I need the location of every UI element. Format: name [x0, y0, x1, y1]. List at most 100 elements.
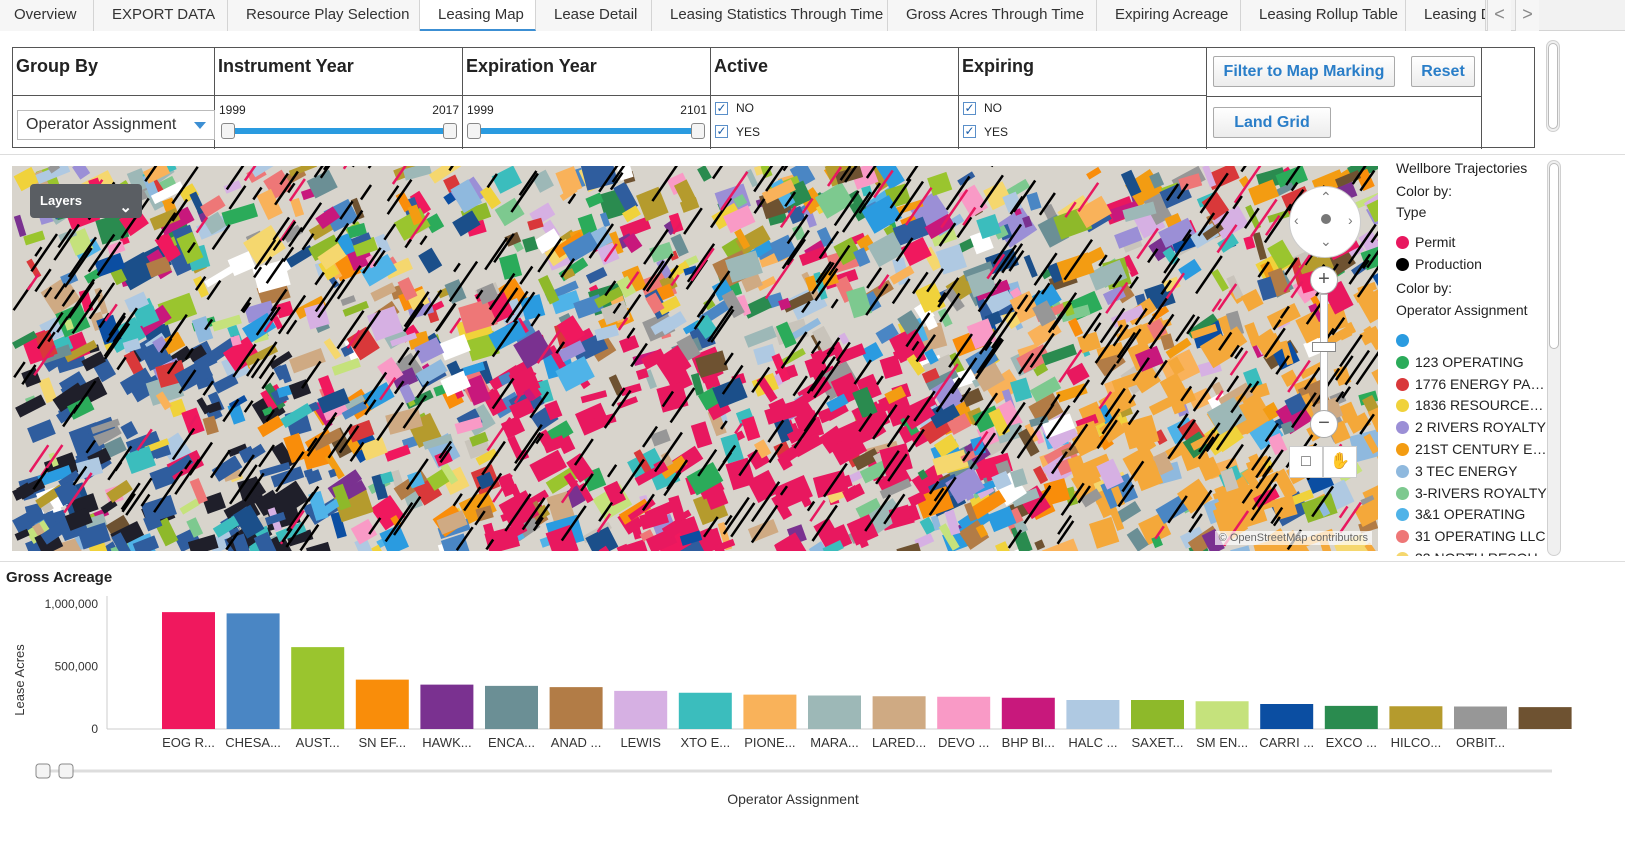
reset-button[interactable]: Reset [1411, 56, 1475, 87]
legend-swatch [1396, 443, 1409, 456]
legend-swatch [1396, 377, 1409, 391]
instrument-year-track[interactable] [227, 128, 455, 134]
bar-7[interactable] [614, 690, 668, 729]
zoom-in-button[interactable]: + [1310, 266, 1338, 294]
bar-12[interactable] [937, 696, 991, 729]
zoom-out-button[interactable]: − [1310, 410, 1338, 438]
legend-swatch [1396, 464, 1409, 478]
bar-13[interactable] [1001, 697, 1055, 729]
zoom-handle[interactable] [1312, 342, 1336, 352]
legend-operator-item[interactable] [1396, 330, 1552, 350]
legend-operator-item[interactable]: 1776 ENERGY PARTNERS [1396, 374, 1552, 394]
filter-panel-scroll-thumb[interactable] [1548, 43, 1558, 129]
expiration-year-min-handle[interactable] [467, 123, 481, 139]
legend-operator-item[interactable]: 3&1 OPERATING [1396, 504, 1552, 524]
chart-range-end-handle[interactable] [58, 763, 74, 779]
pan-up-icon[interactable]: ⌃ [1320, 189, 1332, 206]
bar-1[interactable] [226, 613, 280, 729]
zoom-track[interactable] [1320, 294, 1328, 422]
bar-10[interactable] [808, 695, 861, 730]
legend-operator-item[interactable]: 33 NORTH RESOURCES [1396, 548, 1552, 556]
x-axis-label: Operator Assignment [727, 791, 859, 807]
expiring-yes-checkbox[interactable]: ✓ [963, 125, 976, 138]
legend-operator-item[interactable]: 2 RIVERS ROYALTY [1396, 417, 1552, 437]
bar-3[interactable] [355, 679, 409, 729]
chart-range-start-handle[interactable] [35, 763, 51, 779]
legend-scrollbar[interactable] [1547, 160, 1561, 556]
bar-5[interactable] [485, 685, 538, 729]
bar-17[interactable] [1260, 704, 1314, 729]
filter-to-map-marking-button[interactable]: Filter to Map Marking [1213, 56, 1395, 87]
legend-operator-item[interactable]: 1836 RESOURCES, LLC [1396, 395, 1552, 415]
tab-leasing-d[interactable]: Leasing D [1406, 0, 1486, 31]
legend-label: 2 RIVERS ROYALTY [1415, 419, 1546, 436]
tab-overview[interactable]: Overview [0, 0, 94, 31]
filter-panel: Group By Operator Assignment Instrument … [12, 47, 1535, 149]
tab-leasing-statistics-through-time[interactable]: Leasing Statistics Through Time [652, 0, 888, 31]
lease-parcels [12, 166, 1378, 551]
tab-expiring-acreage[interactable]: Expiring Acreage [1097, 0, 1241, 31]
group-by-select[interactable]: Operator Assignment [17, 110, 215, 140]
bar-9[interactable] [743, 694, 797, 729]
active-yes-checkbox[interactable]: ✓ [715, 125, 728, 138]
pan-left-icon[interactable]: ‹ [1294, 212, 1299, 228]
expiring-no-checkbox[interactable]: ✓ [963, 102, 976, 115]
box-select-icon[interactable]: □ [1289, 446, 1323, 478]
bar-14[interactable] [1066, 700, 1120, 729]
tab-leasing-rollup-table[interactable]: Leasing Rollup Table [1241, 0, 1406, 31]
x-tick-label: DEVO ... [938, 735, 989, 750]
legend-operator-item[interactable]: 123 OPERATING [1396, 352, 1552, 372]
filter-panel-scrollbar[interactable] [1546, 40, 1560, 132]
bar-16[interactable] [1195, 701, 1249, 729]
active-no-checkbox[interactable]: ✓ [715, 102, 728, 115]
bar-15[interactable] [1131, 700, 1184, 729]
bar-0[interactable] [162, 612, 215, 729]
instrument-year-max-handle[interactable] [443, 123, 457, 139]
pan-down-icon[interactable]: ⌄ [1320, 233, 1332, 250]
bar-6[interactable] [549, 687, 603, 729]
expiration-year-max-handle[interactable] [691, 123, 705, 139]
expiration-year-max: 2101 [680, 103, 707, 117]
land-grid-button[interactable]: Land Grid [1213, 107, 1331, 138]
bar-4[interactable] [420, 684, 474, 729]
instrument-year-min-handle[interactable] [221, 123, 235, 139]
bar-20[interactable] [1454, 706, 1507, 730]
bar-11[interactable] [872, 696, 926, 729]
gross-acreage-chart[interactable]: 1,000,000 500,000 0 EOG R... CHESA... AUST...… [0, 590, 1625, 844]
tab-resource-play-selection[interactable]: Resource Play Selection [228, 0, 420, 31]
expiration-year-track[interactable] [475, 128, 703, 134]
legend-swatch [1396, 486, 1409, 500]
tab-lease-detail[interactable]: Lease Detail [536, 0, 652, 31]
expiration-year-header: Expiration Year [463, 48, 710, 96]
legend-type-production[interactable]: Production [1396, 254, 1552, 274]
legend-operator-item[interactable]: 3-RIVERS ROYALTY [1396, 483, 1552, 503]
group-by-header: Group By [13, 48, 214, 96]
layers-button[interactable]: Layers ⌄ [30, 184, 142, 218]
tab-bar: Overview EXPORT DATA Resource Play Selecti… [0, 0, 1625, 31]
legend-label: 1836 RESOURCES, LLC [1415, 397, 1552, 414]
group-by-column: Group By Operator Assignment [13, 48, 215, 149]
bar-18[interactable] [1324, 705, 1378, 729]
active-no-label: NO [736, 101, 754, 115]
bar-2[interactable] [291, 647, 345, 729]
legend-type-permit[interactable]: Permit [1396, 232, 1552, 252]
tab-export-data[interactable]: EXPORT DATA [94, 0, 228, 31]
bar-21[interactable] [1518, 707, 1572, 729]
pan-right-icon[interactable]: › [1348, 212, 1353, 228]
map-attribution[interactable]: © OpenStreetMap contributors [1214, 531, 1372, 545]
bar-19[interactable] [1389, 706, 1443, 729]
tab-scroll-prev-icon[interactable]: < [1487, 0, 1511, 31]
bar-8[interactable] [678, 692, 732, 729]
tab-leasing-map[interactable]: Leasing Map [420, 0, 536, 31]
pan-control[interactable]: ⌃ ⌄ ‹ › [1289, 186, 1361, 258]
legend-operator-item[interactable]: 31 OPERATING LLC [1396, 526, 1552, 546]
pan-hand-icon[interactable]: ✋ [1323, 446, 1357, 478]
tab-scroll-next-icon[interactable]: > [1515, 0, 1539, 31]
legend-operator-item[interactable]: 3 TEC ENERGY [1396, 461, 1552, 481]
tab-gross-acres-through-time[interactable]: Gross Acres Through Time [888, 0, 1097, 31]
legend-operator-item[interactable]: 21ST CENTURY ENERGY [1396, 439, 1552, 459]
leasing-map[interactable]: Layers ⌄ ⌃ ⌄ ‹ › + − □ ✋ © OpenStreetMap… [12, 166, 1378, 551]
legend-scroll-thumb[interactable] [1549, 163, 1559, 349]
legend-swatch [1396, 258, 1409, 271]
legend-swatch [1396, 355, 1409, 369]
